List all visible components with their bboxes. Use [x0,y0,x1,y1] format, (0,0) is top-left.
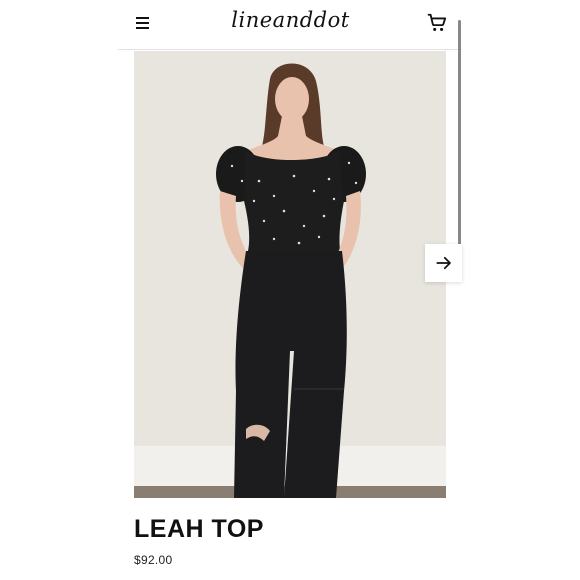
menu-icon [136,17,149,19]
scrollbar[interactable] [458,20,461,260]
arrow-right-icon [435,256,451,270]
model-photo [134,51,446,498]
next-image-button[interactable] [425,244,462,282]
cart-button[interactable] [426,12,448,34]
product-title: LEAH TOP [134,515,264,543]
menu-icon-line [136,27,149,29]
menu-icon-line [136,22,149,24]
cart-icon [427,13,447,31]
product-price: $92.00 [134,553,173,567]
product-image[interactable] [134,51,446,498]
brand-logo[interactable]: lineanddot [218,8,363,38]
site-header: lineanddot [118,0,462,50]
menu-button[interactable] [134,14,154,32]
